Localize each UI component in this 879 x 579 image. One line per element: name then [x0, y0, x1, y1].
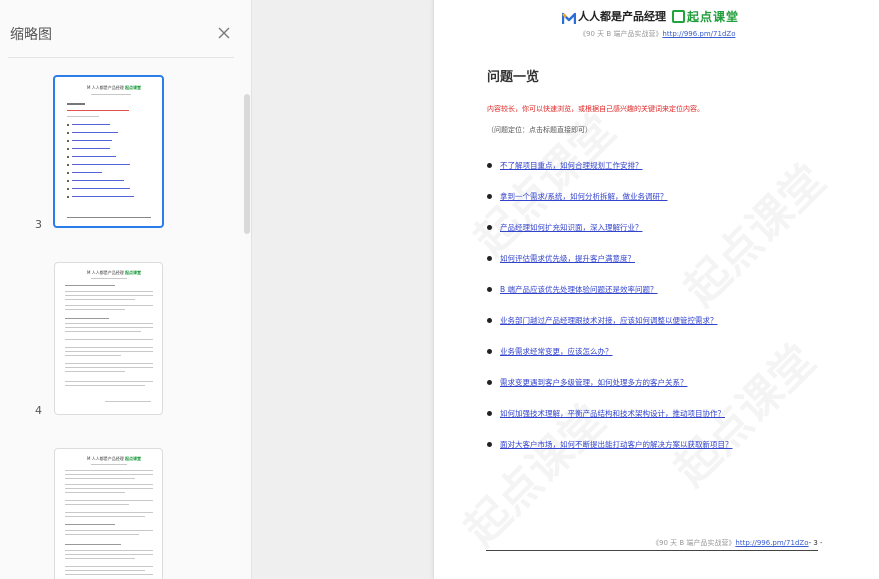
sidebar-divider: [8, 57, 234, 58]
thumbnail-page-number: 4: [35, 404, 42, 417]
bullet-icon: [487, 442, 492, 447]
list-item: 面对大客户市场，如何不断提出能打动客户的解决方案以获取新项目？: [487, 439, 867, 470]
question-list: 不了解项目重点，如何合理规划工作安排？ 拿到一个需求/系统，如何分析拆解，做业务…: [487, 160, 867, 470]
list-item: 如何加强技术理解，平衡产品结构和技术架构设计，推动项目协作？: [487, 408, 867, 439]
thumbnail-page-3[interactable]: M 人人都是产品经理 起点课堂: [53, 75, 164, 228]
sidebar-scrollbar[interactable]: [244, 94, 250, 234]
question-link[interactable]: 业务部门越过产品经理跟技术对接，应该如何调整以便管控需求？: [500, 316, 718, 325]
bullet-icon: [487, 349, 492, 354]
thumbnail-page-5[interactable]: M 人人都是产品经理 起点课堂: [54, 448, 163, 579]
bullet-icon: [487, 163, 492, 168]
question-link[interactable]: 如何评估需求优先级，提升客户满意度？: [500, 254, 635, 263]
question-link[interactable]: 面对大客户市场，如何不断提出能打动客户的解决方案以获取新项目？: [500, 440, 733, 449]
thumbnail-sidebar: 缩略图 M 人人都是产品经理 起点课堂 3 M 人人都是产品经理 起点课堂 4 …: [0, 0, 252, 579]
list-item: 业务部门越过产品经理跟技术对接，应该如何调整以便管控需求？: [487, 315, 867, 346]
close-icon[interactable]: [215, 24, 233, 42]
bullet-icon: [487, 318, 492, 323]
question-link[interactable]: B 端产品应该优先处理体验问题还是效率问题？: [500, 285, 658, 294]
thumbnail-page-number: 3: [35, 218, 42, 231]
list-item: 不了解项目重点，如何合理规划工作安排？: [487, 160, 867, 191]
thumbnail-logo: M 人人都是产品经理 起点课堂: [87, 456, 141, 461]
bullet-icon: [487, 380, 492, 385]
question-link[interactable]: 如何加强技术理解，平衡产品结构和技术架构设计，推动项目协作？: [500, 409, 725, 418]
list-item: 产品经理如何扩充知识面，深入理解行业？: [487, 222, 867, 253]
question-link[interactable]: 不了解项目重点，如何合理规划工作安排？: [500, 161, 643, 170]
footer-divider: [486, 550, 818, 551]
question-link[interactable]: 业务需求经常变更，应该怎么办？: [500, 347, 613, 356]
brand-m-icon: [561, 10, 577, 24]
page-number: - 3 -: [808, 539, 823, 547]
thumbnail-logo: M 人人都是产品经理 起点课堂: [87, 85, 141, 90]
bullet-icon: [487, 287, 492, 292]
question-link[interactable]: 产品经理如何扩充知识面，深入理解行业？: [500, 223, 643, 232]
footer-prefix: 《90 天 B 端产品实战营》: [652, 539, 736, 547]
question-link[interactable]: 需求变更遇到客户多级管理，如何处理多方的客户关系？: [500, 378, 688, 387]
document-subtitle: 《90 天 B 端产品实战营》http://996.pm/71dZo: [579, 29, 735, 39]
document-viewer: 起点课堂 起点课堂 起点课堂 起点课堂 人人都是产品经理 起点课堂 《90 天 …: [252, 0, 879, 579]
brand-name-2: 起点课堂: [687, 9, 740, 24]
list-item: B 端产品应该优先处理体验问题还是效率问题？: [487, 284, 867, 315]
list-item: 业务需求经常变更，应该怎么办？: [487, 346, 867, 377]
page-title: 问题一览: [487, 70, 540, 85]
hint-text: （问题定位：点击标题直接即可）: [487, 126, 592, 134]
page-footer: 《90 天 B 端产品实战营》http://996.pm/71dZo- 3 -: [652, 538, 823, 548]
list-item: 拿到一个需求/系统，如何分析拆解，做业务调研？: [487, 191, 867, 222]
list-item: 如何评估需求优先级，提升客户满意度？: [487, 253, 867, 284]
brand-name-1: 人人都是产品经理: [578, 10, 666, 23]
notice-text: 内容较长，你可以快速浏览，或根据自己感兴趣的关键词来定位内容。: [487, 105, 704, 113]
footer-link[interactable]: http://996.pm/71dZo: [735, 539, 808, 547]
bullet-icon: [487, 225, 492, 230]
document-logo: 人人都是产品经理 起点课堂: [561, 8, 740, 24]
thumbnail-logo: M 人人都是产品经理 起点课堂: [87, 270, 141, 275]
thumbnail-page-4[interactable]: M 人人都是产品经理 起点课堂: [54, 262, 163, 415]
list-item: 需求变更遇到客户多级管理，如何处理多方的客户关系？: [487, 377, 867, 408]
document-page: 起点课堂 起点课堂 起点课堂 起点课堂 人人都是产品经理 起点课堂 《90 天 …: [433, 0, 879, 579]
subtitle-link[interactable]: http://996.pm/71dZo: [662, 30, 735, 38]
sidebar-header: 缩略图: [0, 0, 252, 58]
bullet-icon: [487, 411, 492, 416]
question-link[interactable]: 拿到一个需求/系统，如何分析拆解，做业务调研？: [500, 192, 668, 201]
bullet-icon: [487, 194, 492, 199]
subtitle-prefix: 《90 天 B 端产品实战营》: [579, 30, 663, 38]
bullet-icon: [487, 256, 492, 261]
sidebar-title: 缩略图: [10, 27, 52, 43]
brand-q-icon: [672, 9, 685, 23]
